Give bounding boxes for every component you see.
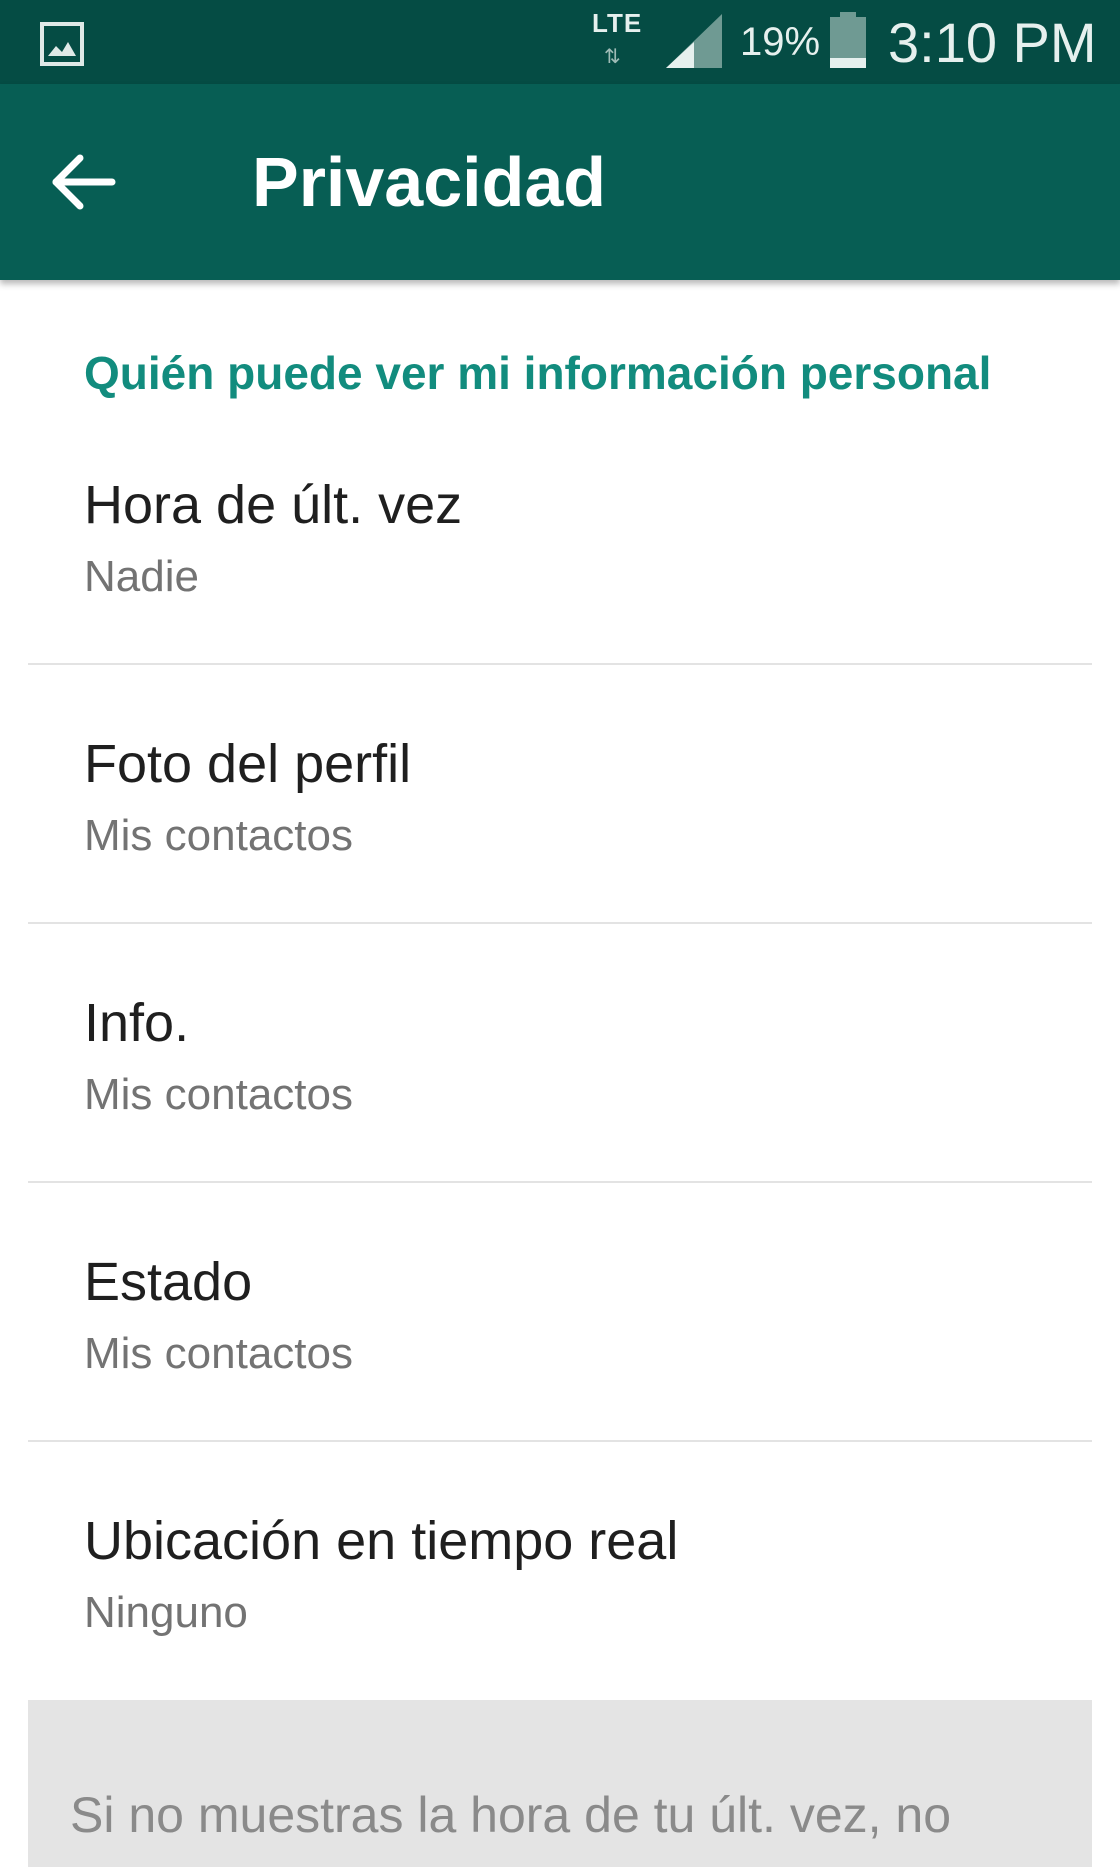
setting-status[interactable]: Estado Mis contactos <box>0 1183 1120 1441</box>
network-type: LTE <box>592 8 643 38</box>
setting-value: Mis contactos <box>84 1070 353 1119</box>
data-activity-icon: ⇅ <box>604 46 621 68</box>
signal-icon <box>666 14 722 68</box>
setting-title: Ubicación en tiempo real <box>84 1511 679 1571</box>
setting-value: Mis contactos <box>84 1329 353 1378</box>
back-arrow-icon[interactable] <box>46 144 122 220</box>
setting-live-location[interactable]: Ubicación en tiempo real Ninguno <box>0 1442 1120 1700</box>
setting-title: Foto del perfil <box>84 734 412 794</box>
setting-title: Estado <box>84 1252 253 1312</box>
info-note-box: Si no muestras la hora de tu últ. vez, n… <box>28 1700 1092 1867</box>
section-header: Quién puede ver mi información personal <box>84 347 992 399</box>
setting-value: Ninguno <box>84 1588 248 1637</box>
status-time: 3:10 PM <box>888 11 1097 74</box>
setting-about[interactable]: Info. Mis contactos <box>0 924 1120 1182</box>
gallery-notification-icon <box>40 22 84 66</box>
setting-title: Hora de últ. vez <box>84 475 463 535</box>
info-note-text: Si no muestras la hora de tu últ. vez, n… <box>70 1787 952 1867</box>
setting-value: Nadie <box>84 552 199 601</box>
page-title: Privacidad <box>252 143 607 221</box>
app-bar: Privacidad <box>0 84 1120 280</box>
setting-value: Mis contactos <box>84 811 353 860</box>
setting-last-seen[interactable]: Hora de últ. vez Nadie <box>0 432 1120 690</box>
battery-percent: 19% <box>740 20 821 64</box>
battery-icon <box>830 12 866 68</box>
status-bar: LTE ⇅ 19% 3:10 PM <box>0 0 1120 84</box>
setting-profile-photo[interactable]: Foto del perfil Mis contactos <box>0 665 1120 923</box>
setting-title: Info. <box>84 993 190 1053</box>
